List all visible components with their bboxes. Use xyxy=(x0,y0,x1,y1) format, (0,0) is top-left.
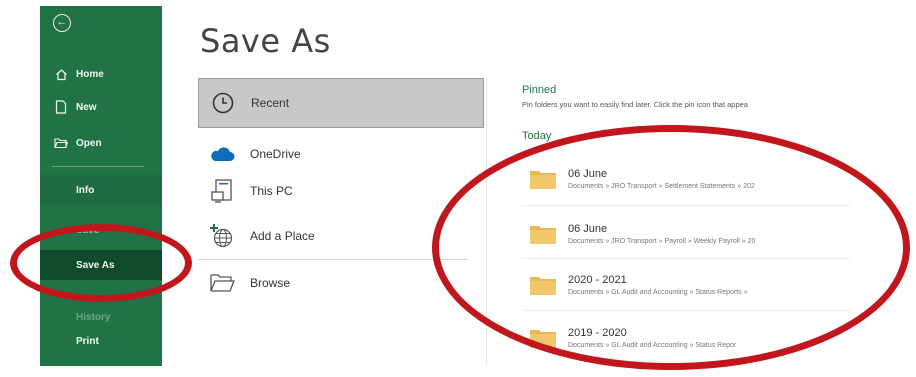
folder-open-icon xyxy=(208,269,236,297)
sidebar-item-label: Open xyxy=(76,137,102,149)
new-document-icon xyxy=(54,100,68,114)
location-label: OneDrive xyxy=(250,147,301,161)
pinned-description: Pin folders you want to easily find late… xyxy=(522,100,748,109)
sidebar-item-info[interactable]: Info xyxy=(40,175,162,205)
clock-icon xyxy=(209,89,237,117)
location-label: Browse xyxy=(250,276,291,290)
location-recent[interactable]: Recent xyxy=(198,78,484,128)
sidebar-item-print[interactable]: Print xyxy=(40,326,162,356)
pinned-heading: Pinned xyxy=(522,84,557,96)
cloud-icon xyxy=(208,140,236,168)
location-label: Add a Place xyxy=(250,229,315,243)
back-arrow-icon[interactable]: ← xyxy=(53,14,71,32)
backstage-sidebar: ← Home New Open Info Save Save As Histor… xyxy=(40,6,162,366)
computer-icon xyxy=(208,177,236,205)
globe-add-icon xyxy=(208,222,236,250)
sidebar-item-label: New xyxy=(76,101,97,113)
annotation-circle-save-as xyxy=(10,224,192,302)
page-title: Save As xyxy=(200,22,331,60)
sidebar-item-home[interactable]: Home xyxy=(40,59,162,89)
open-folder-icon xyxy=(54,136,68,150)
sidebar-item-label: Print xyxy=(76,335,99,347)
location-this-pc[interactable]: This PC xyxy=(198,169,486,213)
home-icon xyxy=(54,67,68,81)
sidebar-divider xyxy=(52,166,144,167)
location-divider xyxy=(198,259,468,260)
sidebar-item-open[interactable]: Open xyxy=(40,128,162,158)
location-label: This PC xyxy=(250,184,293,198)
sidebar-item-new[interactable]: New xyxy=(40,92,162,122)
sidebar-item-label: History xyxy=(76,311,111,323)
location-label: Recent xyxy=(251,96,290,110)
sidebar-item-label: Home xyxy=(76,68,104,80)
sidebar-item-label: Info xyxy=(76,184,95,196)
today-heading: Today xyxy=(522,130,552,142)
annotation-circle-recent-folders xyxy=(432,125,910,370)
